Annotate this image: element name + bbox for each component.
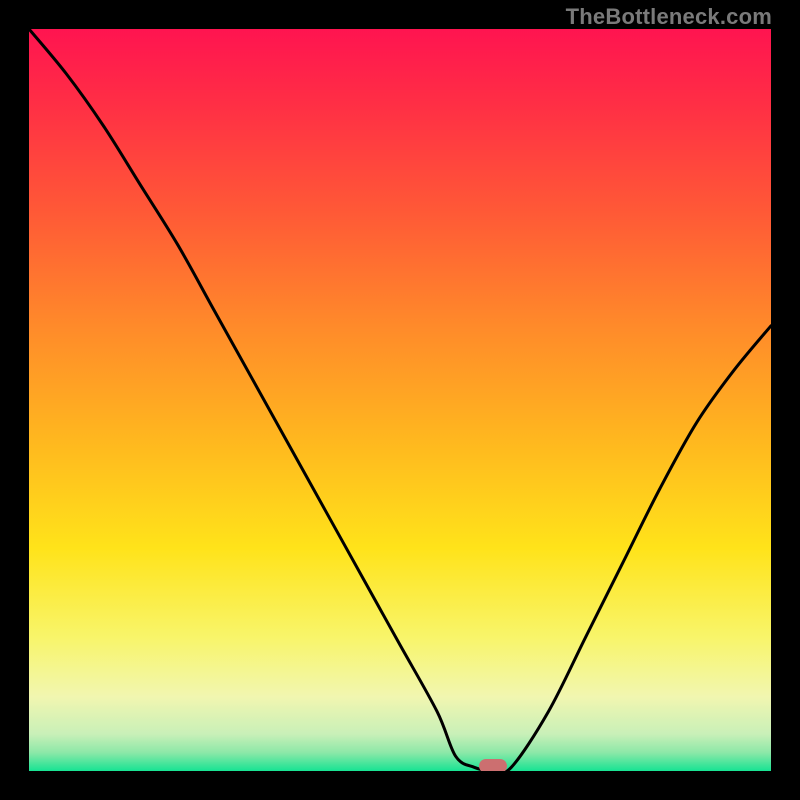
chart-container: TheBottleneck.com	[0, 0, 800, 800]
plot-area	[29, 29, 771, 771]
bottleneck-curve	[29, 29, 771, 771]
current-point-marker	[479, 759, 507, 771]
watermark-text: TheBottleneck.com	[566, 4, 772, 30]
